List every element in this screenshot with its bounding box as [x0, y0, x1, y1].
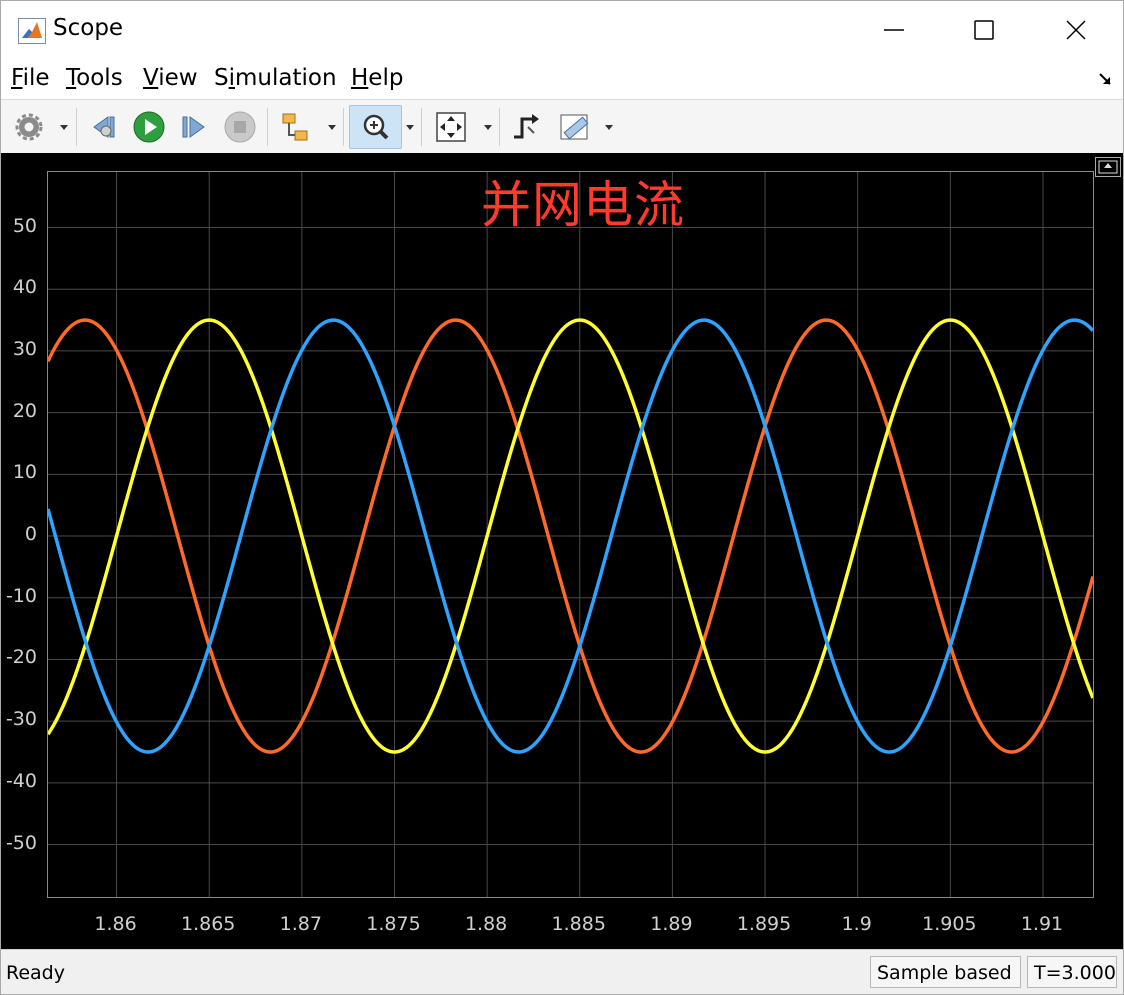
measurement-dropdown-arrow[interactable]: [605, 125, 613, 130]
menu-view[interactable]: View: [143, 65, 198, 91]
step-forward-button[interactable]: [176, 109, 212, 145]
status-bar: Ready Sample based T=3.000: [1, 949, 1123, 994]
zoom-dropdown-arrow[interactable]: [406, 125, 414, 130]
y-tick-label: 0: [24, 523, 37, 546]
highlight-block-icon: [282, 113, 308, 141]
sim-time-indicator: T=3.000: [1027, 956, 1117, 988]
maximize-icon: [974, 20, 994, 40]
undock-arrow-icon[interactable]: [1097, 71, 1113, 87]
zoom-in-button[interactable]: [349, 105, 402, 149]
trigger-button[interactable]: [508, 109, 544, 145]
plot-title: 并网电流: [481, 176, 685, 234]
trigger-icon: [514, 114, 539, 139]
toolbar-separator: [76, 108, 77, 146]
stop-button[interactable]: [222, 109, 258, 145]
x-tick-label: 1.885: [551, 913, 606, 935]
toolbar-separator: [421, 108, 422, 146]
highlight-dropdown-arrow[interactable]: [328, 125, 336, 130]
x-tick-label: 1.89: [650, 913, 693, 935]
menu-bar: File Tools View Simulation Help: [1, 59, 1123, 99]
minimize-button[interactable]: [849, 1, 939, 59]
close-button[interactable]: [1031, 1, 1121, 59]
x-tick-label: 1.875: [366, 913, 421, 935]
title-bar[interactable]: Scope: [1, 1, 1123, 59]
gear-icon: [15, 113, 43, 141]
measurement-button[interactable]: [557, 109, 593, 145]
restore-axes-button[interactable]: [1095, 157, 1121, 177]
menu-tools[interactable]: Tools: [66, 65, 123, 91]
axes[interactable]: [47, 171, 1094, 898]
y-tick-label: 20: [12, 399, 37, 422]
settings-button[interactable]: [11, 109, 47, 145]
matlab-icon: [18, 18, 46, 44]
minimize-icon: [884, 29, 904, 31]
stop-icon: [224, 111, 256, 143]
y-tick-label: 30: [12, 337, 37, 360]
toolbar-separator: [267, 108, 268, 146]
menu-file[interactable]: File: [11, 65, 50, 91]
y-tick-label: -50: [5, 831, 37, 854]
y-tick-label: 40: [12, 276, 37, 299]
y-tick-label: 10: [12, 461, 37, 484]
toolbar-separator: [343, 108, 344, 146]
run-icon: [133, 111, 165, 143]
x-tick-label: 1.905: [922, 913, 977, 935]
maximize-button[interactable]: [939, 1, 1029, 59]
x-tick-label: 1.895: [736, 913, 792, 935]
maximize-axes-icon: [1098, 160, 1118, 174]
x-tick-label: 1.88: [464, 913, 508, 935]
y-tick-label: -10: [5, 584, 37, 607]
x-tick-label: 1.86: [94, 913, 137, 935]
menu-help[interactable]: Help: [351, 65, 403, 91]
toolbar-separator: [499, 108, 500, 146]
scope-window: Scope File Tools View Simulation Help 50…: [0, 0, 1124, 995]
autoscale-button[interactable]: [433, 109, 469, 145]
menu-simulation[interactable]: Simulation: [214, 65, 337, 91]
x-tick-label: 1.865: [180, 913, 236, 935]
close-icon: [1066, 20, 1086, 40]
sample-mode-indicator: Sample based: [870, 956, 1021, 988]
y-tick-label: -20: [5, 646, 37, 669]
x-tick-label: 1.91: [1020, 913, 1064, 935]
grid-lines: [48, 172, 1093, 897]
step-forward-icon: [182, 116, 205, 138]
zoom-in-icon: [363, 114, 389, 140]
autoscale-icon: [436, 112, 466, 142]
highlight-block-button[interactable]: [277, 109, 313, 145]
status-text: Ready: [6, 962, 65, 984]
autoscale-dropdown-arrow[interactable]: [484, 125, 492, 130]
x-tick-label: 1.9: [841, 913, 872, 935]
measurement-icon: [560, 114, 589, 140]
y-tick-label: -40: [5, 769, 37, 792]
toolbar: [1, 99, 1123, 154]
y-tick-label: 50: [12, 214, 37, 237]
plot-svg: [48, 172, 1093, 897]
x-tick-label: 1.87: [279, 913, 322, 935]
step-back-button[interactable]: [86, 109, 122, 145]
settings-dropdown-arrow[interactable]: [60, 125, 68, 130]
y-tick-label: -30: [5, 708, 37, 731]
step-back-icon: [93, 116, 115, 138]
plot-area: 50 40 30 20 10 0 -10 -20 -30 -40 -50 1.86 1.865 1.87…: [1, 153, 1123, 949]
window-title: Scope: [53, 15, 124, 41]
run-button[interactable]: [131, 109, 167, 145]
